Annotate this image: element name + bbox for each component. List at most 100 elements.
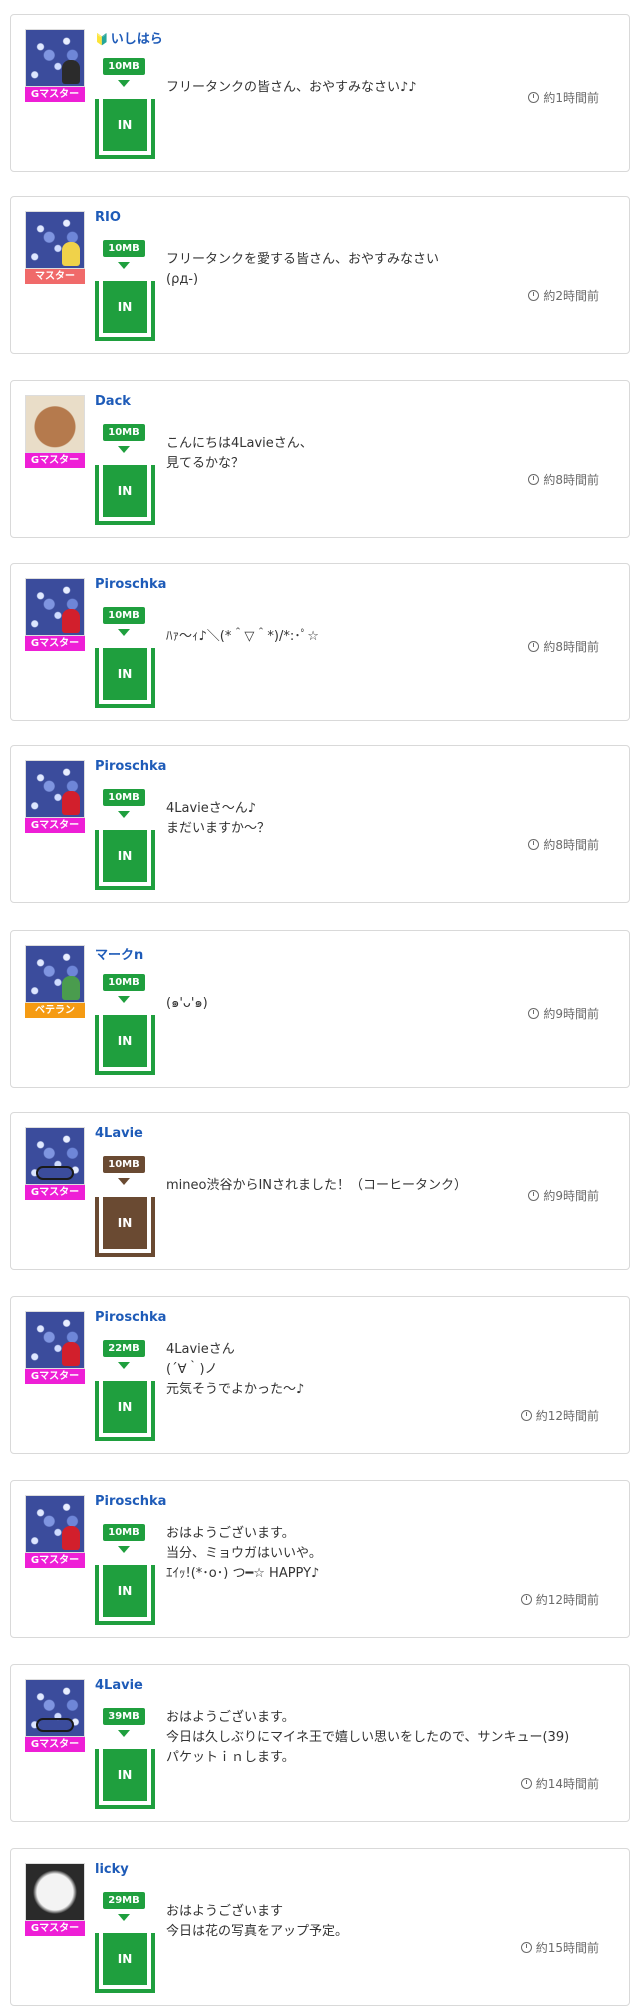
timestamp: 約9時間前 (528, 1187, 599, 1204)
amount-label: 39MB (103, 1708, 145, 1725)
username-link[interactable]: Piroschka (95, 759, 166, 774)
character-icon (62, 242, 80, 266)
message-line: おはようございます。 (166, 1526, 295, 1541)
username-link[interactable]: 4Lavie (95, 1678, 143, 1693)
username-link[interactable]: 🔰 いしはら (95, 28, 163, 47)
message-line: こんにちは4Lavieさん、 (166, 436, 313, 451)
character-icon (62, 609, 80, 633)
post-card[interactable]: ベテラン マークn 10MB IN (๑'ᴗ'๑) 約9時間前 (10, 930, 630, 1088)
rank-badge: Gマスター (25, 636, 85, 651)
timestamp-text: 約8時間前 (543, 473, 599, 487)
post-card[interactable]: Gマスター 4Lavie 39MB IN おはようございます。 今日は久しぶりにマイネ王で… (10, 1664, 630, 1822)
amount-label: 10MB (103, 1156, 145, 1173)
avatar[interactable] (25, 395, 85, 453)
timestamp-text: 約1時間前 (543, 91, 599, 105)
post-card[interactable]: Gマスター Piroschka 10MB IN 4Lavieさ〜ん♪ まだいますか〜？ 約8… (10, 745, 630, 903)
username-link[interactable]: マークn (95, 944, 143, 963)
timestamp: 約9時間前 (528, 1005, 599, 1022)
tank-icon: IN (95, 1933, 155, 1993)
username-link[interactable]: Dack (95, 394, 131, 409)
avatar[interactable] (25, 945, 85, 1003)
amount-label: 10MB (103, 1524, 145, 1541)
post-card[interactable]: Gマスター Piroschka 10MB IN おはようございます。 当分、ミョウガはいい… (10, 1480, 630, 1638)
message-line: 当分、ミョウガはいいや。 (166, 1546, 322, 1561)
clock-icon (528, 641, 540, 652)
post-message: 4Lavieさん (´∀｀)ノ 元気そうでよかった〜♪ (166, 1340, 304, 1400)
down-arrow-icon (118, 80, 130, 87)
clock-icon (528, 1008, 540, 1019)
character-icon (62, 60, 80, 84)
avatar[interactable] (25, 211, 85, 269)
tank-icon: IN (95, 830, 155, 890)
down-arrow-icon (118, 1178, 130, 1185)
timestamp: 約8時間前 (528, 836, 599, 853)
tank-icon: IN (95, 1015, 155, 1075)
username-text: RIO (95, 210, 121, 225)
post-card[interactable]: Gマスター Dack 10MB IN こんにちは4Lavieさん、 見てるかな？ 約8時間前 (10, 380, 630, 538)
tank-direction-label: IN (103, 1015, 147, 1067)
rank-badge: Gマスター (25, 1553, 85, 1568)
username-text: licky (95, 1862, 129, 1877)
username-link[interactable]: 4Lavie (95, 1126, 143, 1141)
avatar[interactable] (25, 760, 85, 818)
post-message: ﾊｧ〜ｨ♪＼(*＾▽＾*)/*:･ﾟ☆ (166, 627, 319, 647)
avatar[interactable] (25, 1679, 85, 1737)
tank-feed: Gマスター 🔰 いしはら 10MB IN フリータンクの皆さん、おやすみなさい♪♪ 約1時間… (0, 0, 640, 2012)
message-line: (ρд-) (166, 272, 199, 287)
timestamp: 約8時間前 (528, 471, 599, 488)
timestamp-text: 約14時間前 (535, 1777, 599, 1791)
username-link[interactable]: RIO (95, 210, 121, 225)
clock-icon (528, 92, 540, 103)
tank-icon: IN (95, 99, 155, 159)
tank-direction-label: IN (103, 648, 147, 700)
tank-icon: IN (95, 465, 155, 525)
avatar[interactable] (25, 29, 85, 87)
post-message: フリータンクを愛する皆さん、おやすみなさい (ρд-) (166, 250, 439, 290)
username-text: いしはら (110, 32, 163, 47)
timestamp: 約12時間前 (520, 1407, 599, 1424)
post-card[interactable]: Gマスター licky 29MB IN おはようございます 今日は花の写真をアップ予定。約… (10, 1848, 630, 2006)
post-message: 4Lavieさ〜ん♪ まだいますか〜？ (166, 799, 270, 839)
tank-icon: IN (95, 1749, 155, 1809)
post-message: フリータンクの皆さん、おやすみなさい♪♪ (166, 78, 417, 98)
timestamp-text: 約8時間前 (543, 640, 599, 654)
username-link[interactable]: Piroschka (95, 1494, 166, 1509)
tank-icon: IN (95, 281, 155, 341)
post-card[interactable]: Gマスター 4Lavie 10MB IN mineo渋谷からINされました！（コーヒータ… (10, 1112, 630, 1270)
avatar[interactable] (25, 1127, 85, 1185)
rank-badge: ベテラン (25, 1003, 85, 1018)
message-line: mineo渋谷からINされました！（コーヒータンク） (166, 1178, 468, 1193)
username-text: マークn (95, 948, 144, 963)
avatar[interactable] (25, 578, 85, 636)
down-arrow-icon (118, 1546, 130, 1553)
clock-icon (520, 1778, 532, 1789)
clock-icon (528, 474, 540, 485)
tank-direction-label: IN (103, 1197, 147, 1249)
post-message: (๑'ᴗ'๑) (166, 994, 208, 1014)
username-link[interactable]: Piroschka (95, 577, 166, 592)
avatar[interactable] (25, 1495, 85, 1553)
clock-icon (528, 839, 540, 850)
username-link[interactable]: licky (95, 1862, 129, 1877)
message-line: フリータンクの皆さん、おやすみなさい♪♪ (166, 80, 417, 95)
down-arrow-icon (118, 1730, 130, 1737)
post-message: おはようございます 今日は花の写真をアップ予定。 (166, 1902, 348, 1942)
username-link[interactable]: Piroschka (95, 1310, 166, 1325)
rank-badge: Gマスター (25, 1369, 85, 1384)
amount-label: 29MB (103, 1892, 145, 1909)
post-card[interactable]: Gマスター Piroschka 22MB IN 4Lavieさん (´∀｀)ノ 元気そうでよ… (10, 1296, 630, 1454)
post-card[interactable]: マスター RIO 10MB IN フリータンクを愛する皆さん、おやすみなさい (ρд-) 約… (10, 196, 630, 354)
post-card[interactable]: Gマスター Piroschka 10MB IN ﾊｧ〜ｨ♪＼(*＾▽＾*)/*:･ﾟ☆ 約… (10, 563, 630, 721)
tank-icon: IN (95, 1381, 155, 1441)
rank-badge: Gマスター (25, 818, 85, 833)
avatar[interactable] (25, 1863, 85, 1921)
tank-direction-label: IN (103, 1933, 147, 1985)
avatar[interactable] (25, 1311, 85, 1369)
post-card[interactable]: Gマスター 🔰 いしはら 10MB IN フリータンクの皆さん、おやすみなさい♪♪ 約1時間… (10, 14, 630, 172)
message-line: 元気そうでよかった〜♪ (166, 1382, 305, 1397)
timestamp: 約2時間前 (528, 287, 599, 304)
message-line: フリータンクを愛する皆さん、おやすみなさい (166, 252, 440, 267)
amount-label: 22MB (103, 1340, 145, 1357)
down-arrow-icon (118, 1914, 130, 1921)
tank-direction-label: IN (103, 465, 147, 517)
